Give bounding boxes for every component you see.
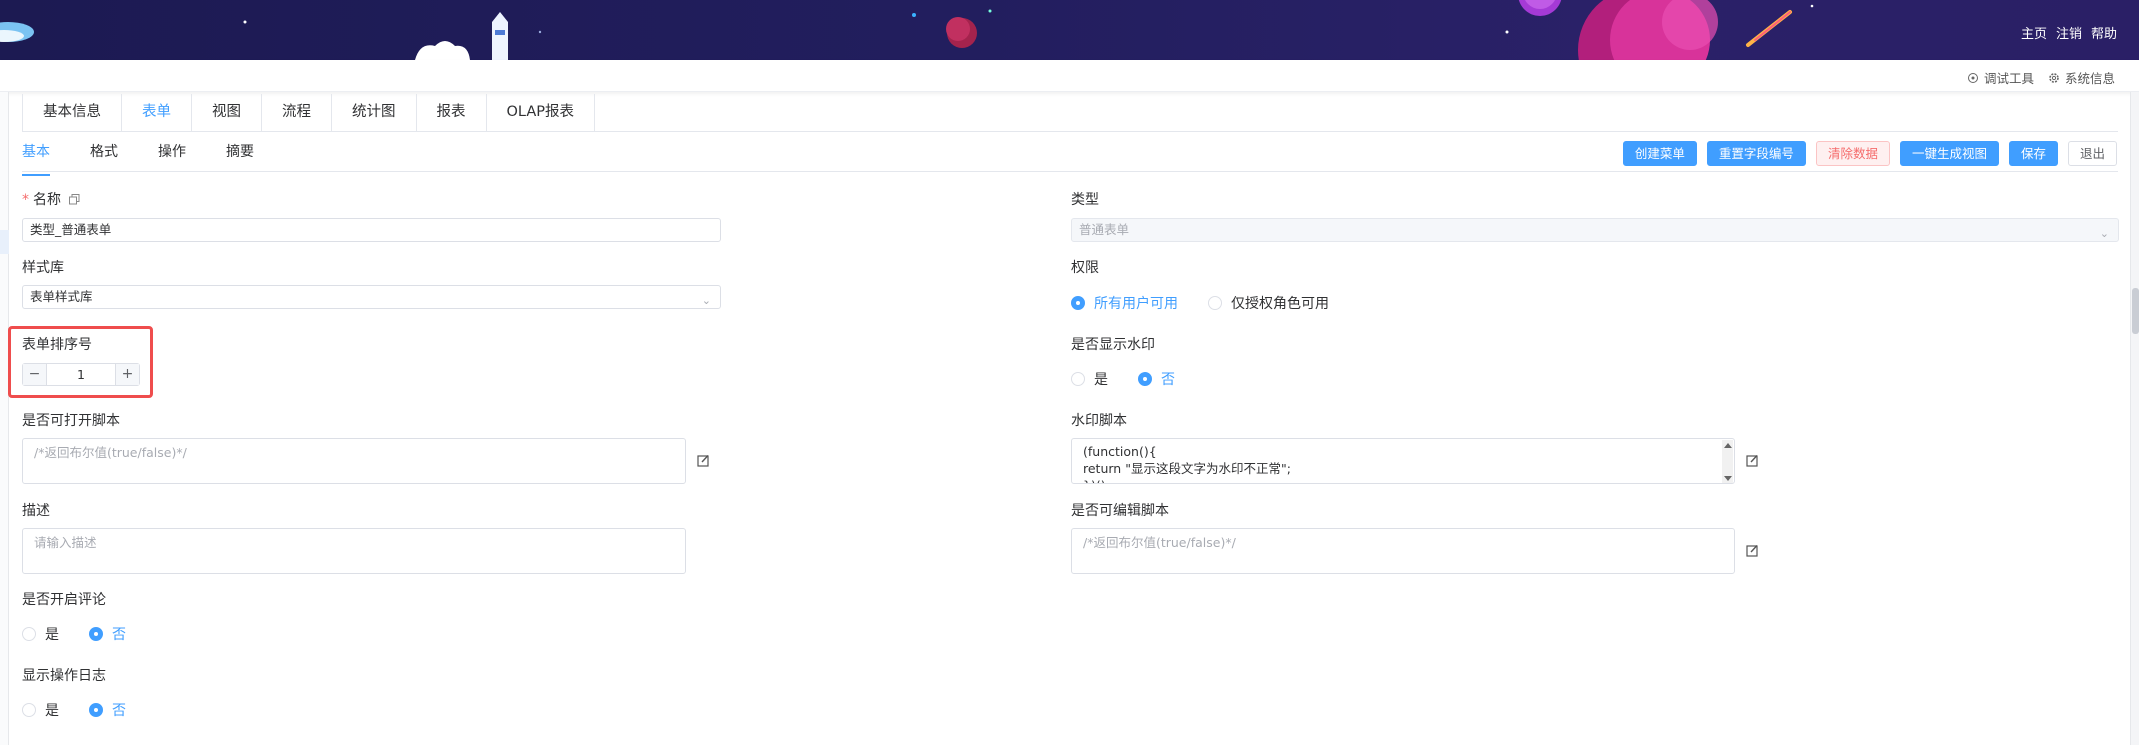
generate-view-button[interactable]: 一键生成视图 <box>1899 141 1999 166</box>
nav-home-link[interactable]: 主页 <box>2021 23 2047 42</box>
watermark-script-line-3: })() <box>1083 477 1723 483</box>
textarea-scrollbar[interactable] <box>1722 440 1733 483</box>
enable-comment-no-radio[interactable]: 否 <box>89 624 126 644</box>
open-script-label: 是否可打开脚本 <box>22 413 120 429</box>
nav-help-link[interactable]: 帮助 <box>2091 23 2117 42</box>
left-panel-edge <box>0 92 9 745</box>
watermark-script-textarea[interactable]: (function(){ return "显示这段文字为水印不正常"; })() <box>1071 438 1735 484</box>
reset-field-number-button[interactable]: 重置字段编号 <box>1706 141 1806 166</box>
nav-logout-link[interactable]: 注销 <box>2056 23 2082 42</box>
tab-view[interactable]: 视图 <box>192 94 262 132</box>
permission-authorized-roles-radio[interactable]: 仅授权角色可用 <box>1208 293 1329 313</box>
top-banner: 主页 注销 帮助 <box>0 0 2139 60</box>
debug-icon <box>1967 72 1978 83</box>
watermark-script-line-2: return "显示这段文字为水印不正常"; <box>1083 461 1291 476</box>
create-menu-button[interactable]: 创建菜单 <box>1622 141 1697 166</box>
enable-comment-radio-group: 是 否 <box>22 624 156 644</box>
tab-flow[interactable]: 流程 <box>262 94 332 132</box>
style-lib-label: 样式库 <box>22 260 64 276</box>
show-log-no-radio[interactable]: 否 <box>89 700 126 720</box>
style-lib-value: 表单样式库 <box>30 289 93 304</box>
edit-script-textarea[interactable]: /*返回布尔值(true/false)*/ <box>1071 528 1735 574</box>
chevron-down-icon: ⌄ <box>2099 227 2109 240</box>
tab-format[interactable]: 格式 <box>90 139 118 171</box>
sub-header: 调试工具 系统信息 <box>0 60 2139 92</box>
description-label: 描述 <box>22 503 50 519</box>
open-script-textarea[interactable]: /*返回布尔值(true/false)*/ <box>22 438 686 484</box>
show-watermark-no-radio[interactable]: 否 <box>1138 369 1175 389</box>
tabs-divider <box>22 131 2118 132</box>
permission-all-users-radio[interactable]: 所有用户可用 <box>1071 293 1178 313</box>
description-textarea[interactable]: 请输入描述 <box>22 528 686 574</box>
gear-icon <box>2049 72 2059 83</box>
name-label: * 名称 <box>22 189 80 209</box>
tab-olap-report[interactable]: OLAP报表 <box>487 94 595 132</box>
edit-icon[interactable] <box>1746 544 1759 557</box>
action-toolbar: 创建菜单 重置字段编号 清除数据 一键生成视图 保存 退出 <box>1622 141 2117 166</box>
sub-tabs: 基本 格式 操作 摘要 <box>22 139 294 176</box>
system-info-button[interactable]: 系统信息 <box>2048 68 2115 87</box>
banner-illustration <box>0 0 1814 60</box>
highlight-box <box>8 326 153 398</box>
chevron-down-icon: ⌄ <box>701 294 711 307</box>
tab-summary[interactable]: 摘要 <box>226 139 254 171</box>
main-tabs: 基本信息 表单 视图 流程 统计图 报表 OLAP报表 <box>22 94 595 132</box>
edit-icon[interactable] <box>697 454 710 467</box>
show-log-radio-group: 是 否 <box>22 700 156 720</box>
show-log-yes-radio[interactable]: 是 <box>22 700 59 720</box>
save-button[interactable]: 保存 <box>2008 141 2058 166</box>
enable-comment-label: 是否开启评论 <box>22 592 106 608</box>
show-watermark-yes-radio[interactable]: 是 <box>1071 369 1108 389</box>
watermark-script-line-1: (function(){ <box>1083 444 1157 459</box>
permission-radio-group: 所有用户可用 仅授权角色可用 <box>1071 293 1359 313</box>
enable-comment-yes-radio[interactable]: 是 <box>22 624 59 644</box>
debug-tool-button[interactable]: 调试工具 <box>1967 68 2034 87</box>
tab-basic-info[interactable]: 基本信息 <box>23 94 122 132</box>
edit-icon[interactable] <box>1746 454 1759 467</box>
show-log-label: 显示操作日志 <box>22 668 106 684</box>
watermark-script-label: 水印脚本 <box>1071 413 1127 429</box>
tab-operation[interactable]: 操作 <box>158 139 186 171</box>
page-scrollbar[interactable] <box>2130 92 2139 745</box>
style-lib-select[interactable]: 表单样式库 ⌄ <box>22 285 721 309</box>
type-value: 普通表单 <box>1079 222 1130 237</box>
show-watermark-radio-group: 是 否 <box>1071 369 1205 389</box>
tab-chart[interactable]: 统计图 <box>332 94 417 132</box>
permission-label: 权限 <box>1071 260 1099 276</box>
scrollbar-thumb[interactable] <box>2132 288 2139 334</box>
edit-script-label: 是否可编辑脚本 <box>1071 503 1169 519</box>
name-input[interactable]: 类型_普通表单 <box>22 218 721 242</box>
clear-data-button[interactable]: 清除数据 <box>1815 141 1890 166</box>
system-info-label: 系统信息 <box>2064 71 2115 86</box>
debug-tool-label: 调试工具 <box>1983 71 2034 86</box>
tab-form[interactable]: 表单 <box>122 94 192 132</box>
copy-icon[interactable] <box>69 194 80 205</box>
type-label: 类型 <box>1071 192 1099 208</box>
type-select: 普通表单 ⌄ <box>1071 218 2119 242</box>
show-watermark-label: 是否显示水印 <box>1071 337 1155 353</box>
tab-report[interactable]: 报表 <box>417 94 487 132</box>
exit-button[interactable]: 退出 <box>2067 141 2117 166</box>
tab-basic[interactable]: 基本 <box>22 139 50 176</box>
sub-tabs-divider <box>22 171 2118 172</box>
